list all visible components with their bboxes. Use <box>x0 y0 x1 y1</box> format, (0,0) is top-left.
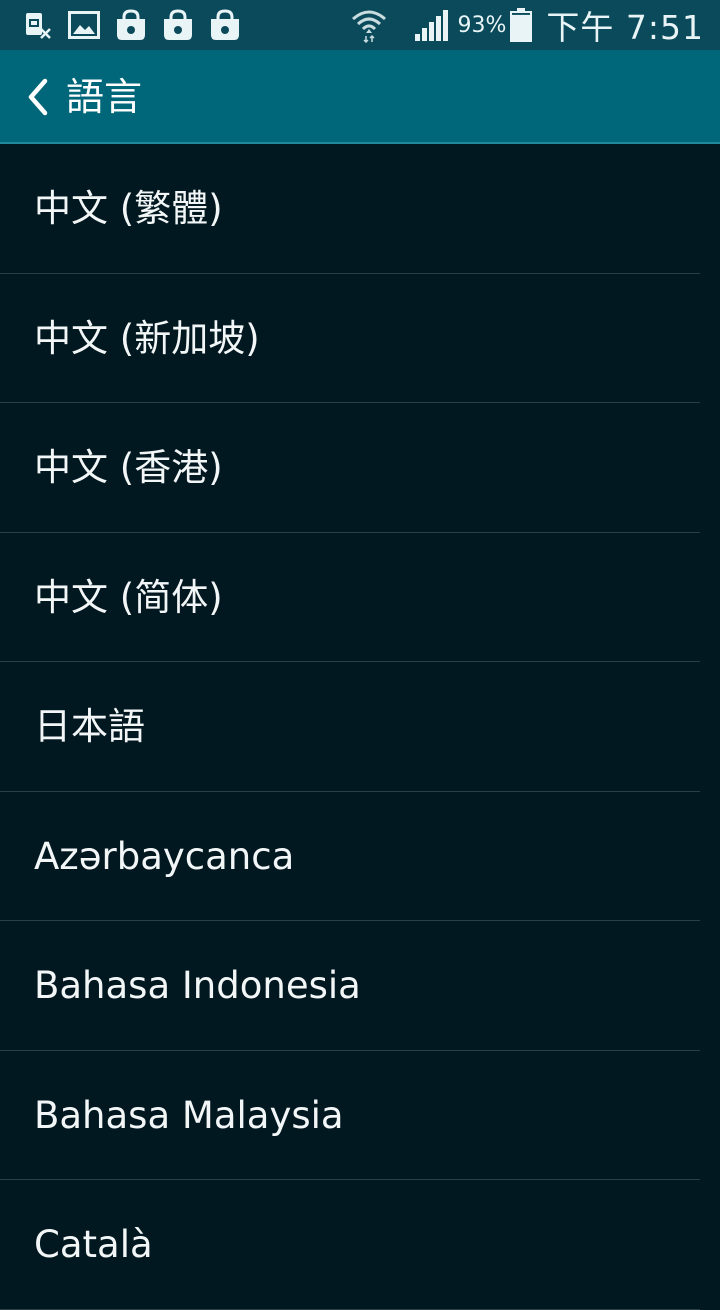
list-item-language[interactable]: Bahasa Indonesia <box>0 921 700 1051</box>
language-label: 中文 (新加坡) <box>34 316 260 360</box>
back-button[interactable] <box>8 67 68 127</box>
language-label: 中文 (香港) <box>34 446 223 489</box>
language-label: Bahasa Malaysia <box>34 1093 344 1137</box>
shopping-bag-icon <box>208 8 242 42</box>
list-item-language[interactable]: 中文 (简体) <box>0 533 700 662</box>
list-item-language[interactable]: Català <box>0 1180 700 1310</box>
language-label: Azərbaycanca <box>34 834 295 878</box>
language-label: 中文 (繁體) <box>34 187 223 230</box>
list-item-language[interactable]: Azərbaycanca <box>0 792 700 921</box>
list-item-language[interactable]: 中文 (新加坡) <box>0 274 700 403</box>
battery-percent: 93% <box>457 12 507 38</box>
status-right: 93% 下午 7:51 <box>351 0 704 50</box>
app-bar: 語言 <box>0 50 720 144</box>
language-label: 中文 (简体) <box>34 575 223 619</box>
page-title: 語言 <box>66 75 143 119</box>
list-item-language[interactable]: 中文 (香港) <box>0 403 700 533</box>
chevron-left-icon <box>28 78 48 116</box>
language-label: Bahasa Indonesia <box>34 964 361 1007</box>
shopping-bag-icon <box>114 8 148 42</box>
language-list: 中文 (繁體) 中文 (新加坡) 中文 (香港) 中文 (简体) 日本語 Azə… <box>0 144 720 1310</box>
cellular-signal-icon <box>415 10 449 41</box>
wifi-icon <box>352 10 387 43</box>
image-icon <box>67 8 101 42</box>
status-clock: 下午 7:51 <box>546 8 704 47</box>
status-bar: 93% 下午 7:51 <box>0 0 720 50</box>
battery-icon <box>510 8 533 42</box>
language-label: Català <box>34 1223 153 1266</box>
shopping-bag-icon <box>161 8 195 42</box>
list-item-language[interactable]: Bahasa Malaysia <box>0 1051 700 1180</box>
list-item-language[interactable]: 中文 (繁體) <box>0 144 700 274</box>
sim-card-x-icon <box>20 8 54 42</box>
language-label: 日本語 <box>34 705 145 748</box>
notification-icons <box>20 8 255 42</box>
list-item-language[interactable]: 日本語 <box>0 662 700 792</box>
